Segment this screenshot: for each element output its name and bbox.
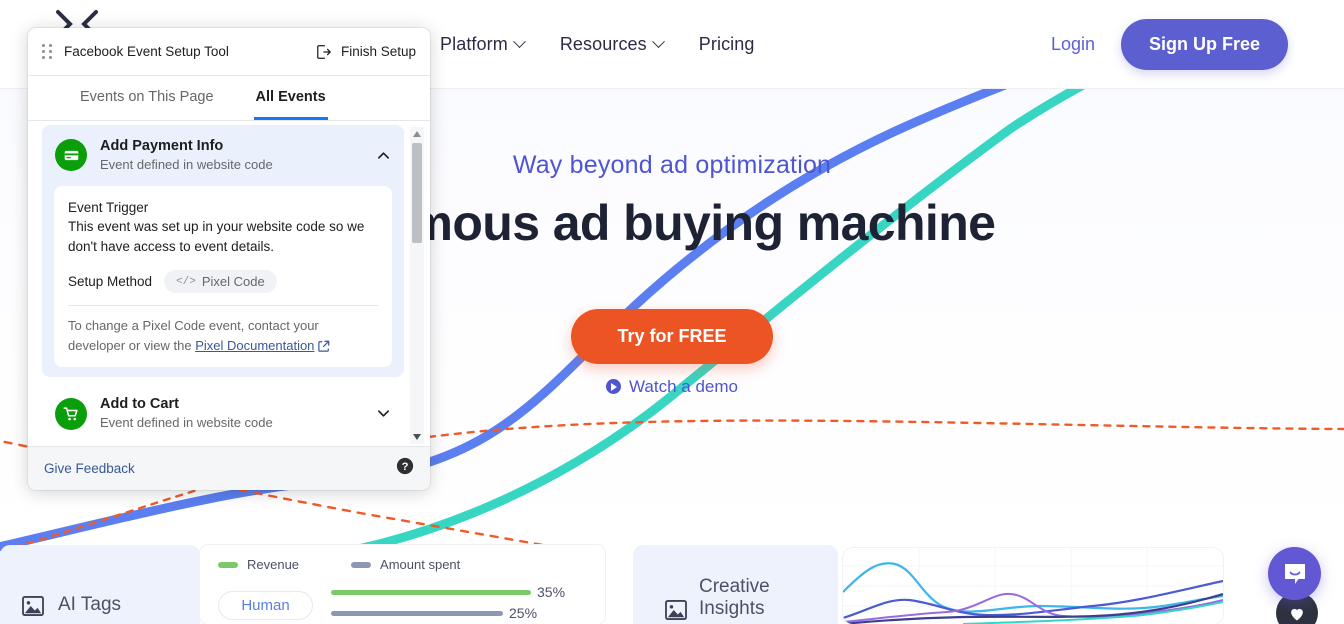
panel-tabs: Events on This Page All Events [28,76,430,121]
image-placeholder-icon [22,596,44,616]
chart-bar-human-revenue: 35% [331,584,591,600]
event-name-add-to-cart: Add to Cart [100,396,179,413]
event-name-add-payment-info: Add Payment Info [100,138,224,154]
exit-icon [317,44,331,59]
legend-swatch-revenue [218,561,238,568]
chart-row-human: Human 35% 25% [218,584,591,624]
play-icon [606,379,621,394]
line-chart-card [843,548,1223,624]
pixel-documentation-link[interactable]: Pixel Documentation [195,338,314,353]
setup-method-chip: </> Pixel Code [164,270,277,294]
revenue-chart-card: Revenue Amount spent Human 35% 25% [200,545,605,624]
event-item-add-to-cart: Add to Cart Event defined in website cod… [42,383,404,444]
chart-bar-human-spent: 25% [331,605,591,621]
credit-card-icon [55,139,87,172]
spark-line-chart [843,548,1223,624]
setup-method-label: Setup Method [68,274,153,290]
event-subtitle-add-payment-info: Event defined in website code [100,157,273,173]
bar-fill-spent [331,610,503,616]
creative-insights-label: Creative Insights [699,576,770,620]
chevron-down-icon [512,35,526,49]
nav-label-pricing: Pricing [698,34,755,54]
heart-shield-icon [1291,608,1303,621]
ai-tags-label: AI Tags [58,594,122,616]
bar-fill-revenue [331,589,531,595]
dashboard-strip: AI Tags Revenue Amount spent Human 35% 2… [0,545,1344,624]
drag-dots-icon[interactable] [42,44,52,59]
event-text-add-to-cart: Add to Cart Event defined in website cod… [100,395,364,432]
login-link[interactable]: Login [1051,34,1095,55]
svg-text:?: ? [402,461,409,473]
tab-events-on-this-page[interactable]: Events on This Page [78,76,216,120]
nav-actions: Login Sign Up Free [1051,0,1288,89]
chevron-down-icon[interactable] [377,407,390,420]
primary-nav: Platform Resources Pricing [440,0,755,89]
nav-item-pricing[interactable]: Pricing [699,34,755,55]
give-feedback-link[interactable]: Give Feedback [44,461,135,476]
event-subtitle-add-to-cart: Event defined in website code [100,415,273,431]
panel-header: Facebook Event Setup Tool Finish Setup [28,28,430,76]
nav-label-resources: Resources [559,34,647,54]
setup-method-value: Pixel Code [201,274,265,290]
legend-item-revenue: Revenue [218,557,299,572]
bar-value-human-spent: 25% [509,605,538,621]
tab-label-all-events: All Events [255,88,326,105]
event-trigger-description: This event was set up in your website co… [68,219,365,254]
creative-insights-card[interactable]: Creative Insights [633,545,838,624]
event-text-add-payment-info: Add Payment Info Event defined in websit… [100,137,364,174]
events-scrollbar[interactable] [410,127,424,444]
code-brackets-icon: </> [176,275,196,288]
ai-tags-card[interactable]: AI Tags [0,545,200,624]
finish-setup-button[interactable]: Finish Setup [316,44,416,60]
event-trigger-label: Event Trigger [68,199,149,215]
nav-item-resources[interactable]: Resources [559,34,665,55]
setup-method-row: Setup Method </> Pixel Code [68,270,378,294]
screen: Way beyond ad optimization nomous ad buy… [0,0,1344,624]
legend-label-amount-spent: Amount spent [380,557,461,572]
chart-bars-human: 35% 25% [313,584,591,624]
pixel-code-note: To change a Pixel Code event, contact yo… [68,316,378,355]
chevron-down-icon [651,35,665,49]
chevron-up-icon[interactable] [377,149,390,162]
chart-category-human[interactable]: Human [218,590,313,620]
intercom-chat-button[interactable] [1268,547,1321,600]
watch-demo-label: Watch a demo [629,377,738,396]
scrollbar-thumb[interactable] [412,143,422,243]
image-placeholder-icon [665,600,687,620]
chart-legend: Revenue Amount spent [218,557,591,572]
scroll-down-arrow-icon[interactable] [410,430,424,444]
legend-item-amount-spent: Amount spent [351,557,460,572]
event-header-add-to-cart[interactable]: Add to Cart Event defined in website cod… [42,383,404,444]
finish-setup-label: Finish Setup [340,44,416,59]
event-header-add-payment-info[interactable]: Add Payment Info Event defined in websit… [42,125,404,186]
events-list: Add Payment Info Event defined in websit… [42,125,404,446]
bar-value-human-revenue: 35% [537,584,566,600]
scroll-up-arrow-icon[interactable] [410,127,424,141]
detail-divider [68,305,378,307]
question-mark-icon[interactable]: ? [396,457,414,480]
nav-label-platform: Platform [440,34,508,54]
tab-label-events-on-this-page: Events on This Page [80,88,214,105]
shopping-cart-icon [55,397,87,430]
panel-body: Add Payment Info Event defined in websit… [28,121,430,446]
legend-label-revenue: Revenue [247,557,300,572]
external-link-icon[interactable] [318,340,330,352]
event-item-add-payment-info: Add Payment Info Event defined in websit… [42,125,404,378]
event-detail-add-payment-info: Event Trigger This event was set up in y… [54,185,392,368]
panel-title-group: Facebook Event Setup Tool [42,44,229,59]
legend-swatch-amount-spent [351,561,372,568]
chat-bubble-icon [1284,563,1305,584]
sign-up-free-button[interactable]: Sign Up Free [1120,19,1288,70]
tab-all-events[interactable]: All Events [253,76,328,120]
try-for-free-button[interactable]: Try for FREE [571,309,773,364]
facebook-event-setup-tool-panel[interactable]: Facebook Event Setup Tool Finish Setup E… [28,28,430,490]
panel-title: Facebook Event Setup Tool [64,44,229,59]
nav-item-platform[interactable]: Platform [440,34,526,55]
panel-footer: Give Feedback ? [28,446,430,490]
